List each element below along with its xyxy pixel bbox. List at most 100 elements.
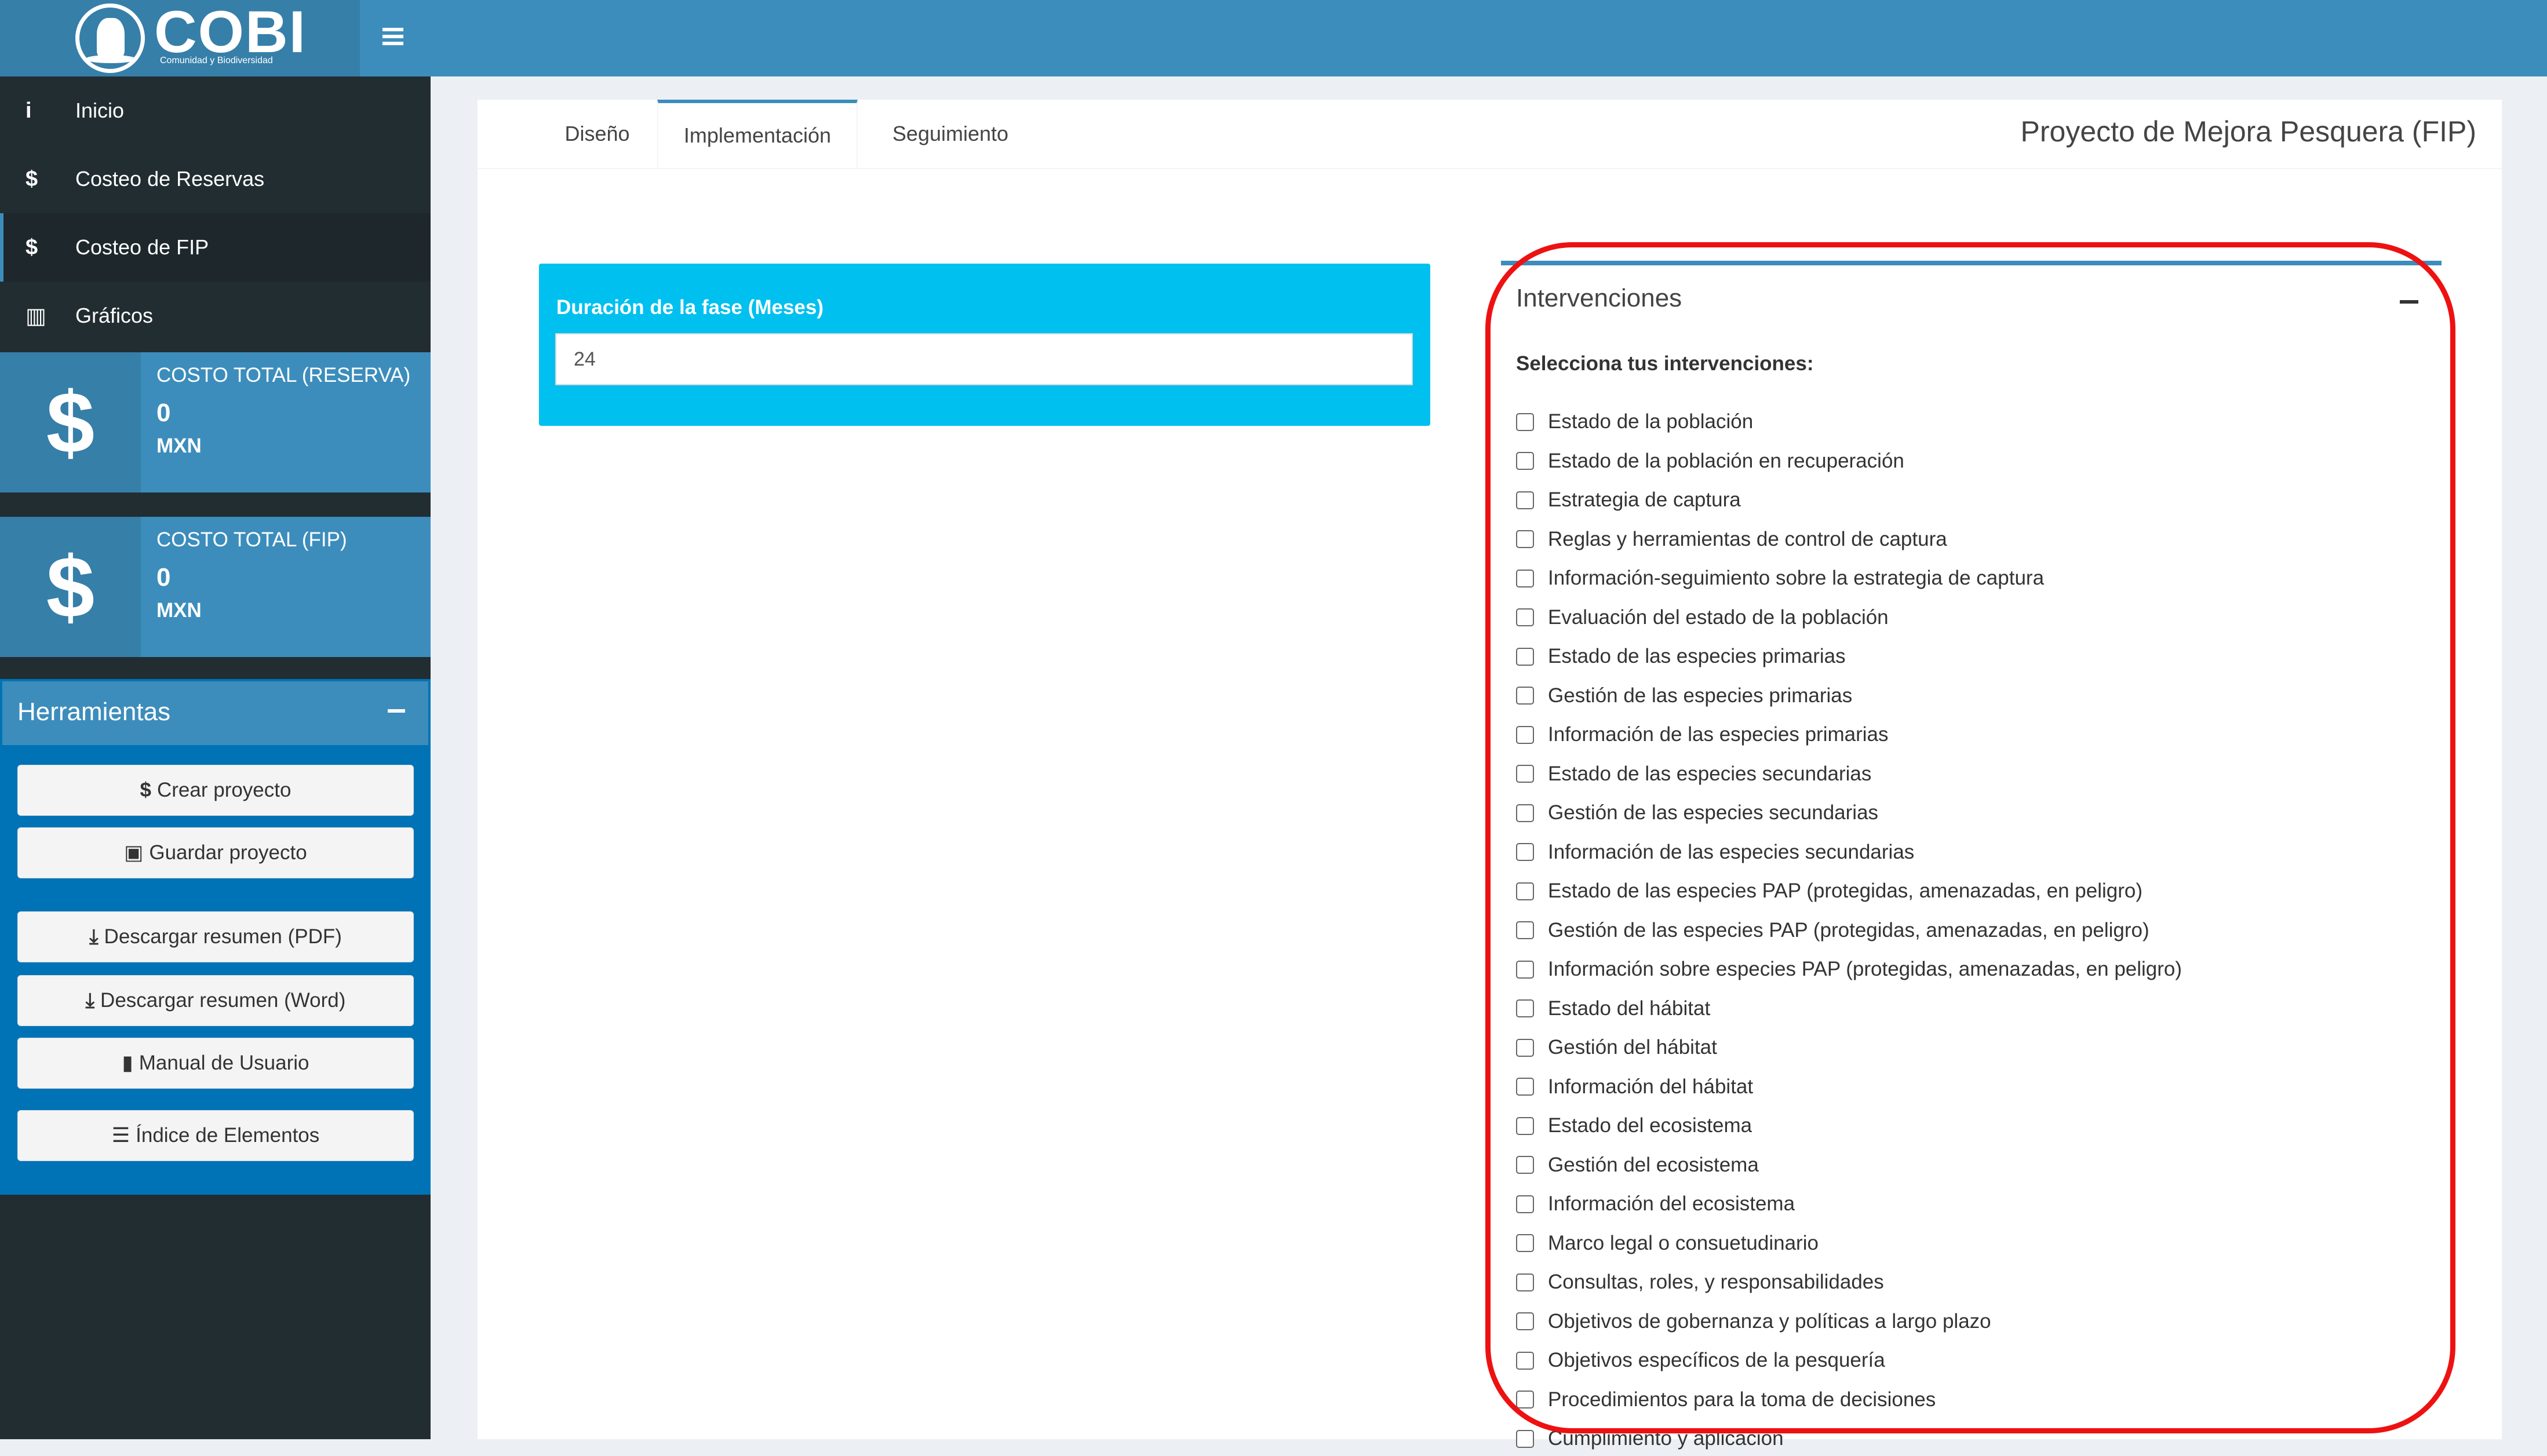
checkbox[interactable]	[1516, 1429, 1534, 1448]
intervencion-checkbox-item[interactable]: Objetivos específicos de la pesquería	[1516, 1343, 1885, 1378]
duracion-label: Duración de la fase (Meses)	[556, 296, 824, 319]
checkbox-label: Gestión de las especies primarias	[1548, 684, 1853, 707]
intervencion-checkbox-item[interactable]: Gestión de las especies PAP (protegidas,…	[1516, 913, 2149, 948]
intervencion-checkbox-item[interactable]: Reglas y herramientas de control de capt…	[1516, 522, 1947, 557]
bar-chart-icon: ▥	[25, 304, 46, 329]
checkbox[interactable]	[1516, 1312, 1534, 1330]
dollar-icon: $	[0, 352, 141, 492]
intervencion-checkbox-item[interactable]: Marco legal o consuetudinario	[1516, 1226, 1819, 1261]
download-icon: ⤓	[89, 925, 99, 948]
costo-total-fip-box: $ COSTO TOTAL (FIP) 0 MXN	[0, 517, 431, 657]
tab-bar: Diseño Implementación Seguimiento Proyec…	[478, 100, 2502, 169]
intervencion-checkbox-item[interactable]: Información sobre especies PAP (protegid…	[1516, 952, 2182, 987]
checkbox[interactable]	[1516, 530, 1534, 548]
intervencion-checkbox-item[interactable]: Procedimientos para la toma de decisione…	[1516, 1382, 1936, 1417]
checkbox-label: Información-seguimiento sobre la estrate…	[1548, 567, 2045, 589]
checkbox-label: Estrategia de captura	[1548, 488, 1741, 511]
crear-proyecto-button[interactable]: $ Crear proyecto	[17, 765, 414, 816]
button-label: Descargar resumen (PDF)	[104, 925, 342, 948]
intervencion-checkbox-item[interactable]: Estado del hábitat	[1516, 991, 1710, 1026]
checkbox[interactable]	[1516, 608, 1534, 626]
intervencion-checkbox-item[interactable]: Información de las especies primarias	[1516, 717, 1888, 752]
sidebar-toggle-icon[interactable]	[382, 28, 403, 45]
intervencion-checkbox-item[interactable]: Objetivos de gobernanza y políticas a la…	[1516, 1304, 1991, 1339]
checkbox[interactable]	[1516, 1391, 1534, 1408]
checkbox-label: Estado de las especies primarias	[1548, 645, 1846, 667]
manual-usuario-button[interactable]: ▮ Manual de Usuario	[17, 1038, 414, 1089]
sidebar-item-inicio[interactable]: i Inicio	[0, 76, 431, 145]
intervencion-checkbox-item[interactable]: Cumplimiento y aplicación	[1516, 1421, 1784, 1456]
intervencion-checkbox-item[interactable]: Información-seguimiento sobre la estrate…	[1516, 561, 2044, 596]
intervencion-checkbox-item[interactable]: Estado de las especies primarias	[1516, 639, 1846, 674]
download-icon: ⤓	[85, 989, 95, 1012]
checkbox[interactable]	[1516, 999, 1534, 1017]
intervencion-checkbox-item[interactable]: Información del hábitat	[1516, 1070, 1753, 1104]
checkbox[interactable]	[1516, 1234, 1534, 1252]
checkbox[interactable]	[1516, 1078, 1534, 1096]
list-icon: ☰	[111, 1124, 130, 1147]
checkbox[interactable]	[1516, 725, 1534, 744]
descargar-pdf-button[interactable]: ⤓ Descargar resumen (PDF)	[17, 911, 414, 962]
intervencion-checkbox-item[interactable]: Gestión del hábitat	[1516, 1030, 1717, 1065]
checkbox-label: Información de las especies primarias	[1548, 723, 1889, 746]
sidebar-item-costeo-reservas[interactable]: $ Costeo de Reservas	[0, 145, 431, 213]
button-label: Manual de Usuario	[139, 1052, 309, 1074]
tab-implementacion[interactable]: Implementación	[657, 100, 858, 168]
checkbox-label: Consultas, roles, y responsabilidades	[1548, 1271, 1884, 1293]
checkbox[interactable]	[1516, 1116, 1534, 1135]
save-icon: ▣	[124, 841, 144, 864]
intervencion-checkbox-item[interactable]: Información del ecosistema	[1516, 1187, 1795, 1221]
intervencion-checkbox-item[interactable]: Estado de la población	[1516, 404, 1753, 439]
guardar-proyecto-button[interactable]: ▣ Guardar proyecto	[17, 827, 414, 878]
sidebar-item-graficos[interactable]: ▥ Gráficos	[0, 282, 431, 350]
tab-seguimiento[interactable]: Seguimiento	[863, 100, 1037, 168]
intervencion-checkbox-item[interactable]: Estrategia de captura	[1516, 483, 1741, 517]
checkbox-label: Reglas y herramientas de control de capt…	[1548, 527, 1947, 550]
intervencion-checkbox-item[interactable]: Evaluación del estado de la población	[1516, 600, 1889, 635]
tab-diseno[interactable]: Diseño	[544, 100, 651, 168]
checkbox[interactable]	[1516, 491, 1534, 509]
sidebar-item-costeo-fip[interactable]: $ Costeo de FIP	[0, 213, 431, 282]
duracion-input[interactable]: 24	[555, 333, 1413, 385]
checkbox[interactable]	[1516, 647, 1534, 666]
checkbox[interactable]	[1516, 687, 1534, 705]
checkbox-label: Objetivos específicos de la pesquería	[1548, 1349, 1885, 1371]
checkbox-label: Información de las especies secundarias	[1548, 840, 1915, 863]
checkbox[interactable]	[1516, 1195, 1534, 1213]
checkbox[interactable]	[1516, 1038, 1534, 1057]
checkbox-label: Evaluación del estado de la población	[1548, 605, 1889, 629]
intervencion-checkbox-item[interactable]: Estado de la población en recuperación	[1516, 444, 1904, 479]
cobi-logo-icon	[75, 3, 145, 73]
descargar-word-button[interactable]: ⤓ Descargar resumen (Word)	[17, 975, 414, 1026]
top-navbar: COBI Comunidad y Biodiversidad	[0, 0, 2547, 76]
book-icon: ▮	[122, 1052, 133, 1074]
checkbox[interactable]	[1516, 1156, 1534, 1174]
intervencion-checkbox-item[interactable]: Gestión de las especies primarias	[1516, 678, 1852, 713]
logo[interactable]: COBI Comunidad y Biodiversidad	[0, 0, 360, 76]
intervencion-checkbox-item[interactable]: Consultas, roles, y responsabilidades	[1516, 1265, 1884, 1300]
herramientas-header: Herramientas	[2, 681, 428, 742]
tab-label: Implementación	[683, 123, 832, 147]
intervencion-checkbox-item[interactable]: Gestión de las especies secundarias	[1516, 795, 1878, 830]
checkbox[interactable]	[1516, 1273, 1534, 1291]
checkbox[interactable]	[1516, 413, 1534, 431]
checkbox[interactable]	[1516, 882, 1534, 900]
collapse-icon[interactable]	[388, 709, 405, 713]
checkbox[interactable]	[1516, 960, 1534, 979]
intervencion-checkbox-item[interactable]: Estado de las especies PAP (protegidas, …	[1516, 874, 2142, 908]
intervencion-checkbox-item[interactable]: Estado de las especies secundarias	[1516, 757, 1871, 791]
checkbox[interactable]	[1516, 1351, 1534, 1370]
checkbox[interactable]	[1516, 765, 1534, 783]
checkbox[interactable]	[1516, 921, 1534, 939]
checkbox[interactable]	[1516, 804, 1534, 822]
intervencion-checkbox-item[interactable]: Información de las especies secundarias	[1516, 835, 1914, 870]
checkbox[interactable]	[1516, 569, 1534, 587]
checkbox[interactable]	[1516, 452, 1534, 470]
duracion-fase-box: Duración de la fase (Meses) 24	[539, 264, 1430, 426]
intervencion-checkbox-item[interactable]: Gestión del ecosistema	[1516, 1148, 1759, 1183]
collapse-icon[interactable]	[2400, 300, 2418, 304]
indice-elementos-button[interactable]: ☰ Índice de Elementos	[17, 1110, 414, 1161]
checkbox[interactable]	[1516, 843, 1534, 861]
intervencion-checkbox-item[interactable]: Estado del ecosistema	[1516, 1108, 1752, 1143]
sidebar-item-label: Costeo de FIP	[75, 235, 209, 259]
